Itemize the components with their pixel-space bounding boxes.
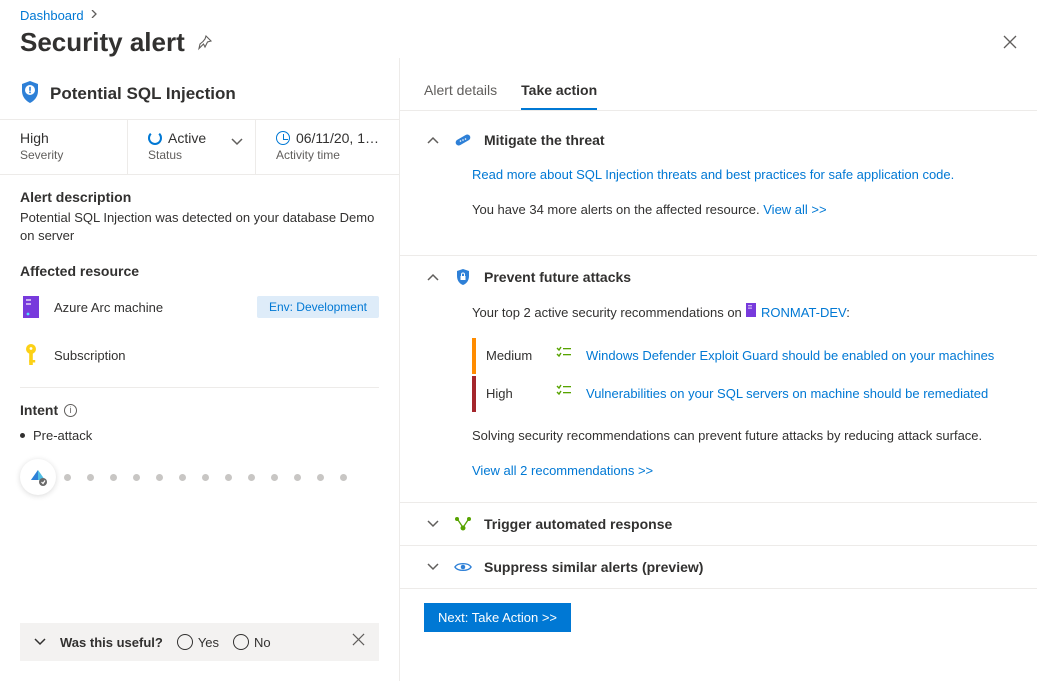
- prevent-view-all-link[interactable]: View all 2 recommendations >>: [472, 463, 653, 478]
- clock-icon: [276, 131, 290, 145]
- timeline-dot: [64, 474, 71, 481]
- chevron-up-icon: [424, 133, 442, 147]
- timeline-dot: [202, 474, 209, 481]
- chevron-down-icon[interactable]: [231, 134, 243, 149]
- description-text: Potential SQL Injection was detected on …: [20, 209, 379, 245]
- recommendation-row[interactable]: High Vulnerabilities on your SQL servers…: [472, 376, 1013, 412]
- suppress-header[interactable]: Suppress similar alerts (preview): [400, 546, 1037, 588]
- chevron-down-icon: [424, 517, 442, 531]
- mitigate-header[interactable]: Mitigate the threat: [400, 119, 1037, 161]
- shield-lock-icon: [454, 268, 472, 286]
- activity-time-label: Activity time: [276, 148, 379, 162]
- mitigate-alerts-text: You have 34 more alerts on the affected …: [472, 202, 763, 217]
- alert-title: Potential SQL Injection: [50, 84, 236, 104]
- severity-label: Medium: [486, 346, 542, 367]
- severity-cell: High Severity: [0, 120, 128, 174]
- activity-time-cell: 06/11/20, 1… Activity time: [256, 120, 399, 174]
- tab-take-action[interactable]: Take action: [521, 82, 597, 110]
- recommendation-row[interactable]: Medium Windows Defender Exploit Guard sh…: [472, 338, 1013, 374]
- status-cell[interactable]: Active Status: [128, 120, 256, 174]
- status-value: Active: [168, 130, 206, 146]
- next-take-action-button[interactable]: Next: Take Action >>: [424, 603, 571, 632]
- chevron-down-icon: [424, 560, 442, 574]
- prevent-header[interactable]: Prevent future attacks: [400, 256, 1037, 298]
- chevron-right-icon: [90, 10, 98, 21]
- intent-timeline: [20, 459, 379, 495]
- status-summary: High Severity Active Status: [0, 119, 399, 175]
- trigger-title: Trigger automated response: [484, 516, 672, 532]
- prevent-resource-link[interactable]: RONMAT-DEV: [761, 304, 846, 319]
- prevent-outro: Solving security recommendations can pre…: [472, 426, 1013, 447]
- pin-icon[interactable]: [197, 35, 213, 51]
- timeline-dot: [294, 474, 301, 481]
- severity-label: Severity: [20, 148, 107, 162]
- affected-resource-row[interactable]: Azure Arc machine Env: Development: [20, 283, 379, 331]
- intent-heading: Intent: [20, 402, 58, 418]
- subscription-label: Subscription: [54, 348, 126, 363]
- status-label: Status: [148, 148, 235, 162]
- recommendation-link[interactable]: Windows Defender Exploit Guard should be…: [586, 346, 994, 367]
- timeline-dot: [133, 474, 140, 481]
- feedback-question: Was this useful?: [60, 635, 163, 650]
- checklist-icon: [556, 382, 572, 406]
- radio-icon: [233, 634, 249, 650]
- info-icon[interactable]: i: [64, 404, 77, 417]
- tab-alert-details[interactable]: Alert details: [424, 82, 497, 110]
- affected-heading: Affected resource: [20, 263, 379, 279]
- bandage-icon: [454, 131, 472, 149]
- page-title: Security alert: [20, 27, 185, 58]
- recommendation-link[interactable]: Vulnerabilities on your SQL servers on m…: [586, 384, 988, 405]
- timeline-dot: [340, 474, 347, 481]
- divider: [20, 387, 379, 388]
- chevron-down-icon[interactable]: [34, 635, 46, 649]
- close-icon[interactable]: [352, 633, 365, 651]
- feedback-yes[interactable]: Yes: [177, 634, 219, 650]
- mitigate-view-all-link[interactable]: View all >>: [763, 202, 826, 217]
- bullet-icon: [20, 433, 25, 438]
- intent-item-label: Pre-attack: [33, 428, 92, 443]
- chevron-up-icon: [424, 270, 442, 284]
- severity-label: High: [486, 384, 542, 405]
- checklist-icon: [556, 344, 572, 368]
- close-icon[interactable]: [1003, 37, 1017, 52]
- prevent-title: Prevent future attacks: [484, 269, 631, 285]
- trigger-header[interactable]: Trigger automated response: [400, 503, 1037, 545]
- timeline-dot: [110, 474, 117, 481]
- feedback-bar: Was this useful? Yes No: [20, 623, 379, 661]
- intent-item: Pre-attack: [20, 428, 379, 443]
- affected-resource-name: Azure Arc machine: [54, 300, 163, 315]
- suppress-title: Suppress similar alerts (preview): [484, 559, 703, 575]
- timeline-dot: [87, 474, 94, 481]
- server-small-icon: [745, 302, 757, 325]
- timeline-dot: [317, 474, 324, 481]
- timeline-dot: [179, 474, 186, 481]
- timeline-dot: [156, 474, 163, 481]
- activity-time-value: 06/11/20, 1…: [296, 130, 379, 146]
- severity-value: High: [20, 130, 107, 146]
- shield-icon: [20, 80, 40, 107]
- timeline-dot: [248, 474, 255, 481]
- breadcrumb-root[interactable]: Dashboard: [20, 8, 84, 23]
- server-icon: [20, 293, 42, 321]
- prevent-intro: Your top 2 active security recommendatio…: [472, 304, 745, 319]
- timeline-origin-icon[interactable]: [20, 459, 56, 495]
- mitigate-read-more-link[interactable]: Read more about SQL Injection threats an…: [472, 167, 954, 182]
- radio-icon: [177, 634, 193, 650]
- breadcrumb: Dashboard: [20, 8, 1017, 23]
- tabs: Alert details Take action: [400, 58, 1037, 111]
- spinner-icon: [148, 131, 162, 145]
- workflow-icon: [454, 515, 472, 533]
- subscription-row[interactable]: Subscription: [20, 331, 379, 379]
- timeline-dot: [225, 474, 232, 481]
- feedback-no[interactable]: No: [233, 634, 271, 650]
- timeline-dot: [271, 474, 278, 481]
- description-heading: Alert description: [20, 189, 379, 205]
- eye-icon: [454, 558, 472, 576]
- environment-pill: Env: Development: [257, 296, 379, 318]
- key-icon: [20, 341, 42, 369]
- mitigate-title: Mitigate the threat: [484, 132, 605, 148]
